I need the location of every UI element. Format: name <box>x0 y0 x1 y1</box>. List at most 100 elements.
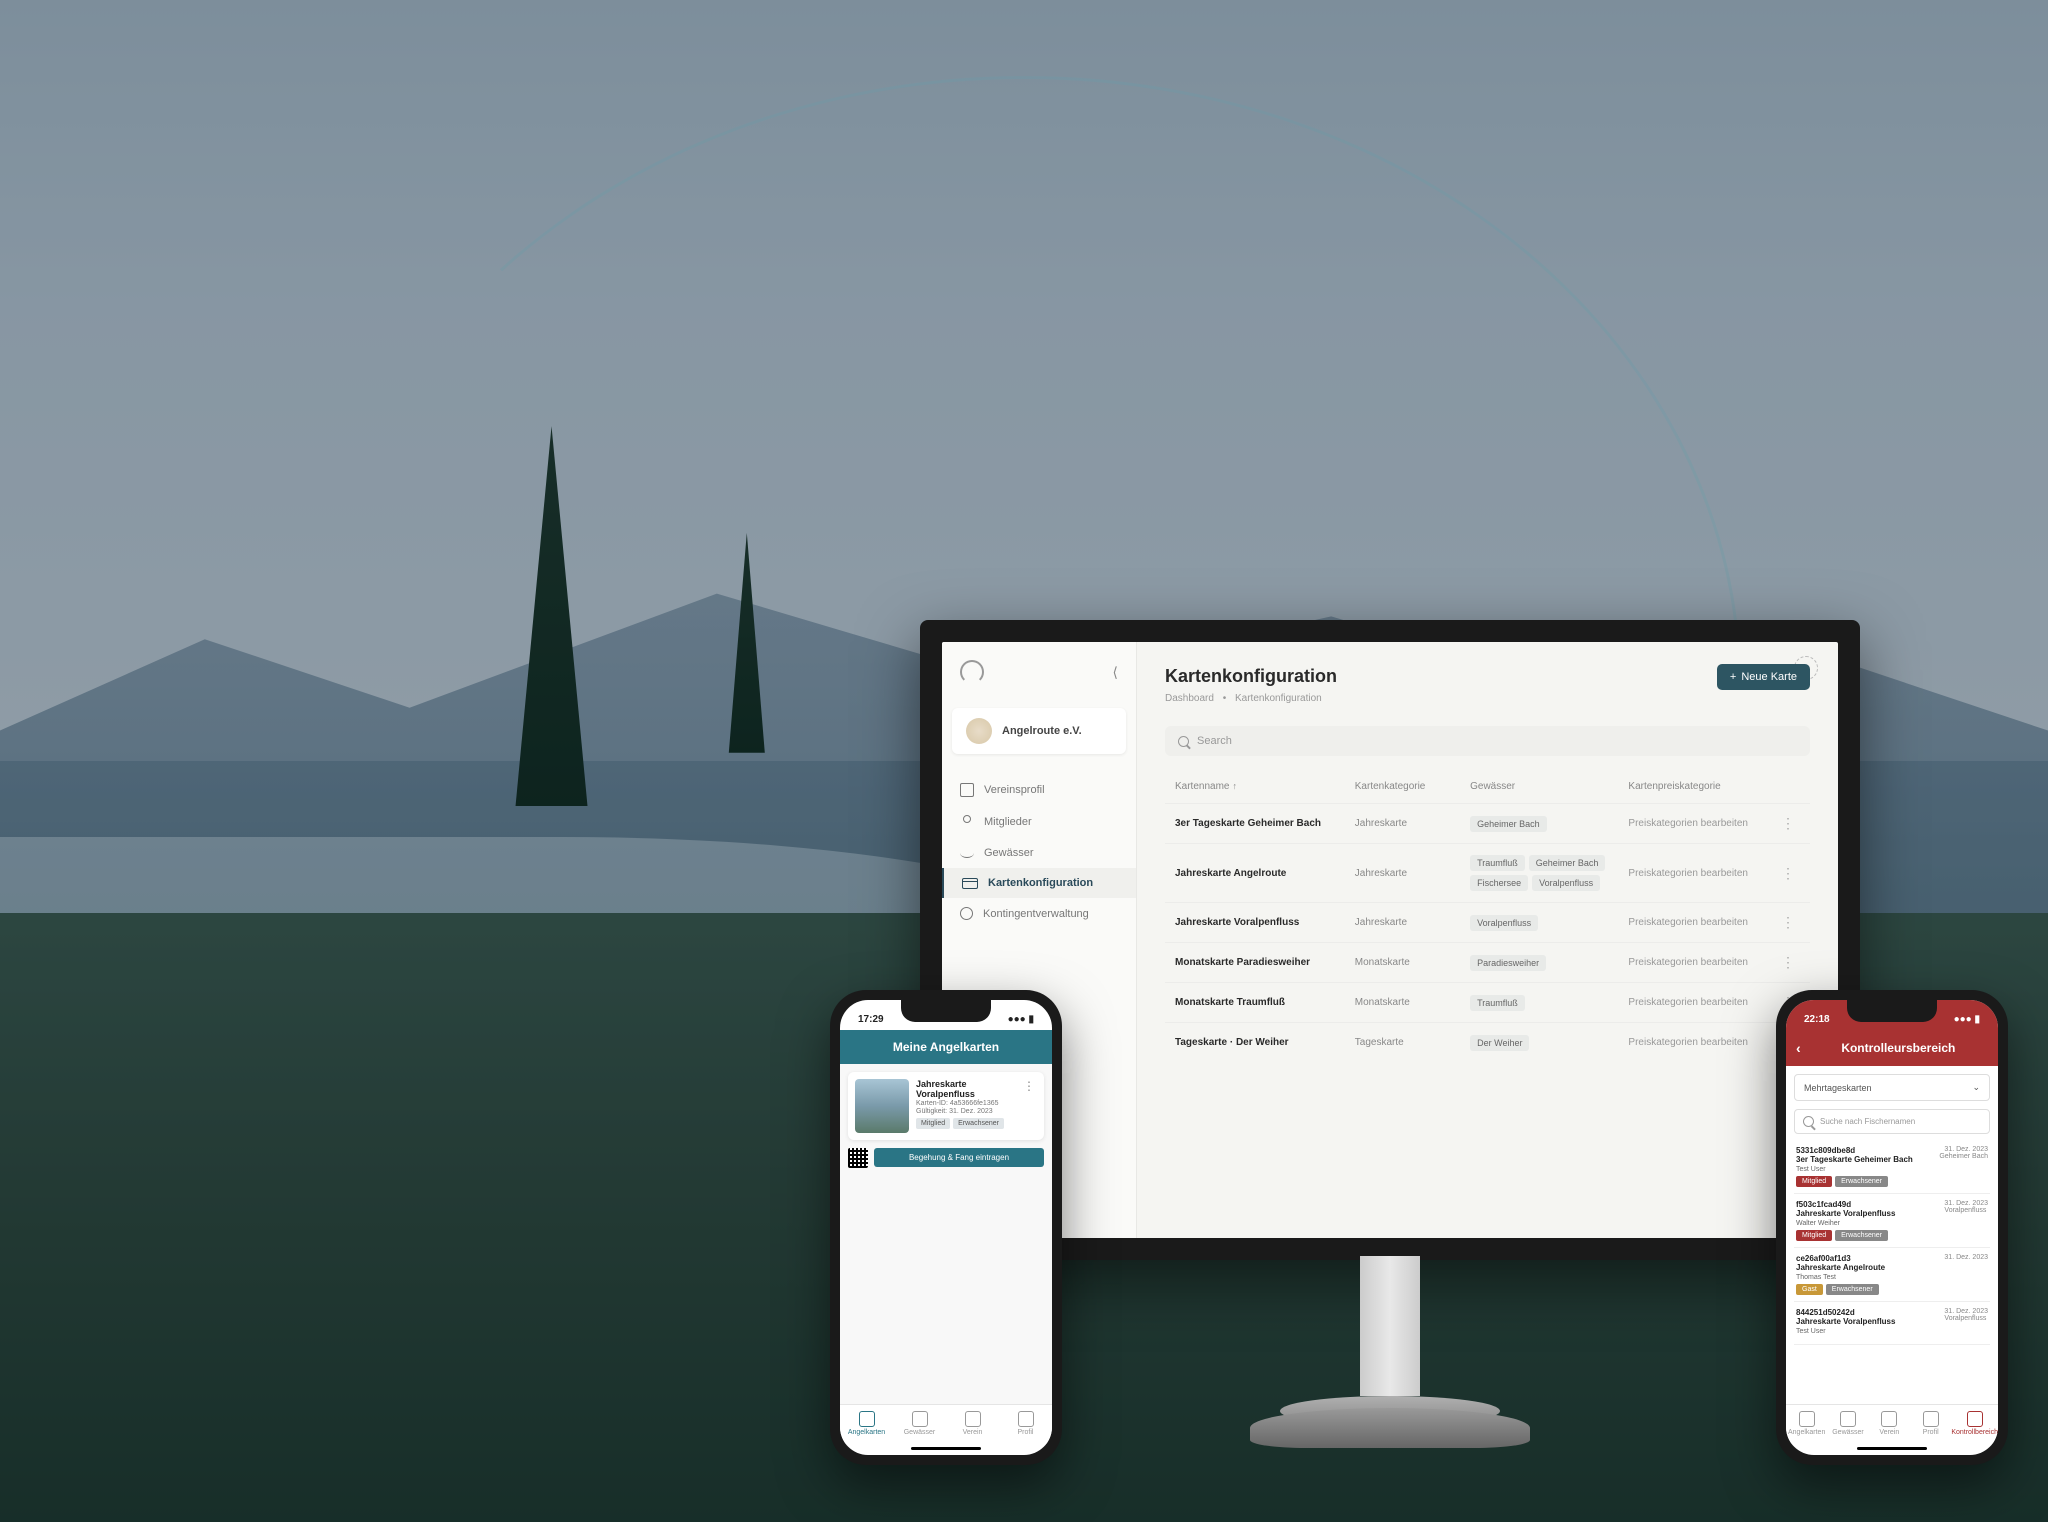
tab-kontrollbereich[interactable]: Kontrollbereich <box>1951 1405 1998 1444</box>
sort-ascending-icon: ↑ <box>1232 781 1237 791</box>
list-item[interactable]: ce26af00af1d3 Jahreskarte Angelroute 31.… <box>1794 1248 1990 1302</box>
cell-name: Jahreskarte Angelroute <box>1175 868 1347 879</box>
main-content: Kartenkonfiguration Dashboard • Kartenko… <box>1137 642 1838 1238</box>
edit-price-link[interactable]: Preiskategorien bearbeiten <box>1628 1037 1768 1048</box>
sidebar-collapse-icon[interactable]: ⟨ <box>1113 664 1118 681</box>
item-date: 31. Dez. 2023 <box>1944 1200 1988 1207</box>
phone-header: ‹ Kontrolleursbereich <box>1786 1030 1998 1066</box>
tab-angelkarten[interactable]: Angelkarten <box>1786 1405 1827 1444</box>
edit-price-link[interactable]: Preiskategorien bearbeiten <box>1628 957 1768 968</box>
edit-price-link[interactable]: Preiskategorien bearbeiten <box>1628 997 1768 1008</box>
cell-waters: Voralpenfluss <box>1470 915 1620 931</box>
table-row[interactable]: Monatskarte Traumfluß Monatskarte Traumf… <box>1165 982 1810 1022</box>
cell-name: 3er Tageskarte Geheimer Bach <box>1175 818 1347 829</box>
home-indicator[interactable] <box>911 1447 981 1450</box>
sidebar-item-mitglieder[interactable]: Mitglieder <box>942 806 1136 838</box>
search-input[interactable]: Suche nach Fischernamen <box>1794 1109 1990 1134</box>
tab-verein[interactable]: Verein <box>1869 1405 1910 1444</box>
table-row[interactable]: 3er Tageskarte Geheimer Bach Jahreskarte… <box>1165 803 1810 843</box>
list-item[interactable]: 844251d50242d Jahreskarte Voralpenfluss … <box>1794 1302 1990 1345</box>
card-icon <box>962 878 978 889</box>
phone-left: 17:29 ●●● ▮ Meine Angelkarten Jahreskart… <box>830 990 1062 1465</box>
card-validity: Gültigkeit: 31. Dez. 2023 <box>916 1108 1014 1115</box>
org-selector[interactable]: Angelroute e.V. <box>952 708 1126 754</box>
home-indicator[interactable] <box>1857 1447 1927 1450</box>
new-card-label: Neue Karte <box>1741 671 1797 683</box>
tab-gewaesser[interactable]: Gewässer <box>1827 1405 1868 1444</box>
status-icons: ●●● ▮ <box>1008 1014 1034 1025</box>
table-row[interactable]: Jahreskarte Angelroute Jahreskarte Traum… <box>1165 843 1810 902</box>
org-name: Angelroute e.V. <box>1002 725 1082 737</box>
water-pill: Fischersee <box>1470 875 1528 891</box>
table-row[interactable]: Monatskarte Paradiesweiher Monatskarte P… <box>1165 942 1810 982</box>
search-icon <box>1803 1116 1814 1127</box>
tab-profil[interactable]: Profil <box>999 1405 1052 1444</box>
table-row[interactable]: Tageskarte · Der Weiher Tageskarte Der W… <box>1165 1022 1810 1062</box>
sidebar-item-kontingentverwaltung[interactable]: Kontingentverwaltung <box>942 898 1136 929</box>
page-title: Kartenkonfiguration <box>1165 666 1810 687</box>
edit-price-link[interactable]: Preiskategorien bearbeiten <box>1628 868 1768 879</box>
gear-icon <box>960 907 973 920</box>
profile-icon <box>1018 1411 1034 1427</box>
cell-name: Monatskarte Paradiesweiher <box>1175 957 1347 968</box>
item-title: Jahreskarte Angelroute <box>1796 1263 1885 1272</box>
breadcrumb-root[interactable]: Dashboard <box>1165 693 1214 704</box>
col-price[interactable]: Kartenpreiskategorie <box>1628 781 1768 792</box>
monitor-stand <box>1280 1256 1500 1466</box>
list-item[interactable]: 5331c809dbe8d 3er Tageskarte Geheimer Ba… <box>1794 1140 1990 1194</box>
sidebar-item-kartenkonfiguration[interactable]: Kartenkonfiguration <box>942 868 1136 898</box>
edit-price-link[interactable]: Preiskategorien bearbeiten <box>1628 818 1768 829</box>
back-icon[interactable]: ‹ <box>1796 1040 1801 1056</box>
qr-code-icon[interactable] <box>848 1148 868 1168</box>
cell-category: Jahreskarte <box>1355 818 1462 829</box>
row-menu-icon[interactable]: ⋮ <box>1776 815 1800 832</box>
item-id: 844251d50242d <box>1796 1308 1895 1317</box>
nav-label: Mitglieder <box>984 816 1032 828</box>
item-user: Walter Weiher <box>1796 1220 1988 1227</box>
phone-notch <box>1847 1000 1937 1022</box>
status-icons: ●●● ▮ <box>1954 1014 1980 1025</box>
nav-label: Gewässer <box>984 847 1034 859</box>
tab-angelkarten[interactable]: Angelkarten <box>840 1405 893 1444</box>
cards-icon <box>1799 1411 1815 1427</box>
tab-profil[interactable]: Profil <box>1910 1405 1951 1444</box>
cell-name: Monatskarte Traumfluß <box>1175 997 1347 1008</box>
table-header: Kartenname↑ Kartenkategorie Gewässer Kar… <box>1165 770 1810 803</box>
search-input[interactable]: Search <box>1165 726 1810 756</box>
club-icon <box>965 1411 981 1427</box>
filter-dropdown[interactable]: Mehrtageskarten ⌄ <box>1794 1074 1990 1101</box>
cell-category: Jahreskarte <box>1355 868 1462 879</box>
list-item[interactable]: f503c1fcad49d Jahreskarte Voralpenfluss … <box>1794 1194 1990 1248</box>
water-pill: Traumfluß <box>1470 995 1525 1011</box>
row-menu-icon[interactable]: ⋮ <box>1776 865 1800 882</box>
nav-label: Kartenkonfiguration <box>988 877 1093 889</box>
card-menu-icon[interactable]: ⋮ <box>1021 1079 1037 1133</box>
tab-verein[interactable]: Verein <box>946 1405 999 1444</box>
cards-icon <box>859 1411 875 1427</box>
cell-name: Jahreskarte Voralpenfluss <box>1175 917 1347 928</box>
sidebar-item-gewaesser[interactable]: Gewässer <box>942 838 1136 868</box>
row-menu-icon[interactable]: ⋮ <box>1776 914 1800 931</box>
col-category[interactable]: Kartenkategorie <box>1355 781 1462 792</box>
col-waters[interactable]: Gewässer <box>1470 781 1620 792</box>
col-name[interactable]: Kartenname↑ <box>1175 781 1347 792</box>
row-menu-icon[interactable]: ⋮ <box>1776 954 1800 971</box>
water-pill: Geheimer Bach <box>1529 855 1606 871</box>
badge-adult: Erwachsener <box>953 1118 1004 1129</box>
cell-waters: Der Weiher <box>1470 1035 1620 1051</box>
search-placeholder: Suche nach Fischernamen <box>1820 1117 1915 1126</box>
fishing-card[interactable]: Jahreskarte Voralpenfluss Karten-ID: 4a5… <box>848 1072 1044 1140</box>
log-catch-button[interactable]: Begehung & Fang eintragen <box>874 1148 1044 1167</box>
item-location: Voralpenfluss <box>1944 1207 1988 1214</box>
edit-price-link[interactable]: Preiskategorien bearbeiten <box>1628 917 1768 928</box>
profile-icon <box>960 783 974 797</box>
item-date: 31. Dez. 2023 <box>1939 1146 1988 1153</box>
card-image <box>855 1079 909 1133</box>
table-row[interactable]: Jahreskarte Voralpenfluss Jahreskarte Vo… <box>1165 902 1810 942</box>
tab-bar: Angelkarten Gewässer Verein Profil <box>840 1404 1052 1444</box>
sidebar-item-vereinsprofil[interactable]: Vereinsprofil <box>942 774 1136 806</box>
phone-header: Meine Angelkarten <box>840 1030 1052 1064</box>
tab-gewaesser[interactable]: Gewässer <box>893 1405 946 1444</box>
new-card-button[interactable]: + Neue Karte <box>1717 664 1810 690</box>
badge-guest: Gast <box>1796 1284 1823 1295</box>
